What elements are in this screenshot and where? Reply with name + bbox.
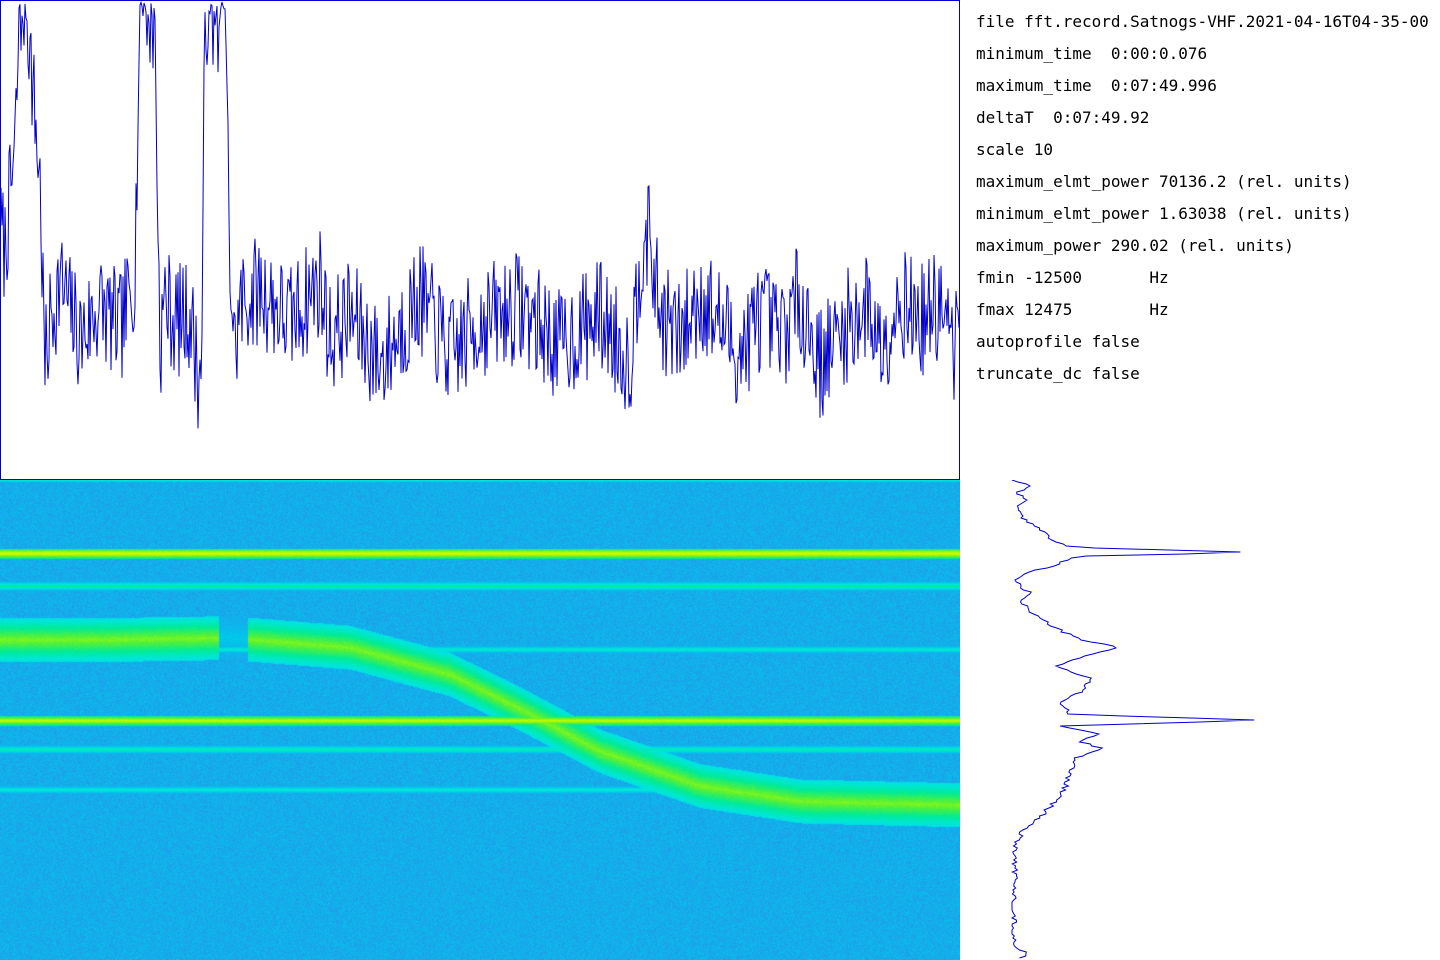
minimum-elmt-power-line: minimum_elmt_power 1.63038 (rel. units) [976, 204, 1352, 223]
fmin-line: fmin -12500 Hz [976, 268, 1169, 287]
info-panel: file fft.record.Satnogs-VHF.2021-04-16T0… [976, 8, 1440, 392]
spectrogram-waterfall [0, 480, 960, 960]
autoprofile-line: autoprofile false [976, 332, 1140, 351]
maximum-elmt-power-line: maximum_elmt_power 70136.2 (rel. units) [976, 172, 1352, 191]
power-plot-frame [0, 0, 960, 480]
minimum-time-line: minimum_time 0:00:0.076 [976, 44, 1208, 63]
truncate-dc-line: truncate_dc false [976, 364, 1140, 383]
maximum-power-line: maximum_power 290.02 (rel. units) [976, 236, 1294, 255]
delta-t-line: deltaT 0:07:49.92 [976, 108, 1150, 127]
power-vs-time-plot [0, 0, 960, 480]
profile-trace [1010, 480, 1255, 959]
file-name-line: file fft.record.Satnogs-VHF.2021-04-16T0… [976, 12, 1429, 31]
frequency-profile-plot [1010, 480, 1255, 959]
fmax-line: fmax 12475 Hz [976, 300, 1169, 319]
scale-line: scale 10 [976, 140, 1054, 159]
maximum-time-line: maximum_time 0:07:49.996 [976, 76, 1217, 95]
